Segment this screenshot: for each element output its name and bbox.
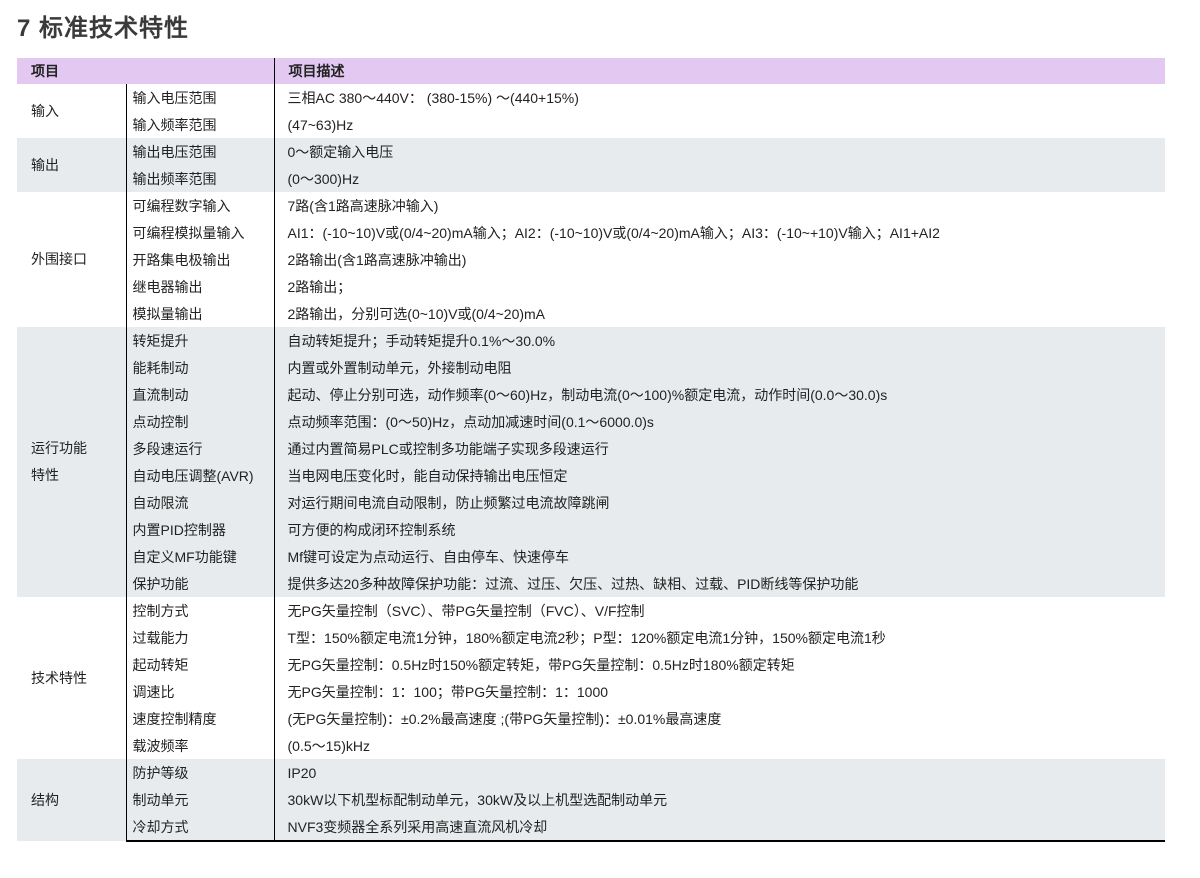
description-cell: 三相AC 380～440V： (380-15%) ～(440+15%) [273,84,1165,111]
table-row: 技术特性 控制方式 无PG矢量控制（SVC）、带PG矢量控制（FVC）、V/F控制 [17,597,1165,686]
category-label-line: 特性 [31,467,59,483]
item-cell: 能耗制动 [125,354,274,381]
description-cell: 2路输出(含1路高速脉冲输出) [273,246,1165,273]
category-cell: 输入 [31,102,59,119]
description-cell: IP20 [273,759,1165,786]
table-row: 速度控制精度 (无PG矢量控制)：±0.2%最高速度 ;(带PG矢量控制)：±0.… [17,705,1165,732]
item-cell: 冷却方式 [125,813,274,842]
category-cell: 输出 [17,138,126,192]
description-cell: (0～300)Hz [273,165,1165,192]
table-header-row: 项目 项目描述 [17,58,1165,84]
table-row: 调速比 无PG矢量控制：1：100；带PG矢量控制：1：1000 [17,678,1165,705]
item-cell: 开路集电极输出 [125,246,274,273]
table-row: 输出频率范围 (0～300)Hz [17,165,1165,192]
table-row: 输入频率范围 (47~63)Hz [17,111,1165,138]
category-cell: 技术特性 [31,669,87,686]
table-row: 开路集电极输出 2路输出(含1路高速脉冲输出) [17,246,1165,273]
description-cell: 0～额定输入电压 [273,138,1165,165]
item-cell: 自定义MF功能键 [125,543,274,570]
item-cell: 多段速运行 [125,435,274,462]
description-cell: 提供多达20多种故障保护功能：过流、过压、欠压、过热、缺相、过载、PID断线等保… [273,570,1165,597]
table-row: 多段速运行 通过内置简易PLC或控制多功能端子实现多段速运行 [17,435,1165,462]
description-cell: 起动、停止分别可选，动作频率(0～60)Hz，制动电流(0～100)%额定电流，… [273,381,1165,408]
table-row: 自定义MF功能键 Mf键可设定为点动运行、自由停车、快速停车 [17,543,1165,570]
table-row: 继电器输出 2路输出； [17,273,1165,300]
item-cell: 调速比 [125,678,274,705]
table-row: 载波频率 (0.5～15)kHz [17,732,1165,759]
item-cell: 直流制动 [125,381,274,408]
table-row: 内置PID控制器 可方便的构成闭环控制系统 [17,516,1165,543]
description-cell: (0.5～15)kHz [273,732,1165,759]
description-cell: 对运行期间电流自动限制，防止频繁过电流故障跳闸 [273,489,1165,516]
description-cell: 无PG矢量控制（SVC）、带PG矢量控制（FVC）、V/F控制 [273,597,1165,624]
item-cell: 模拟量输出 [125,300,274,327]
item-cell: 制动单元 [125,786,274,813]
description-cell: T型：150%额定电流1分钟，180%额定电流2秒；P型：120%额定电流1分钟… [273,624,1165,651]
description-cell: 2路输出； [273,273,1165,300]
description-cell: Mf键可设定为点动运行、自由停车、快速停车 [273,543,1165,570]
item-cell: 内置PID控制器 [125,516,274,543]
item-cell: 过载能力 [125,624,274,651]
item-cell: 控制方式 [125,597,274,624]
description-cell: 当电网电压变化时，能自动保持输出电压恒定 [273,462,1165,489]
item-cell: 防护等级 [125,759,274,786]
item-cell: 转矩提升 [125,327,274,354]
item-cell: 自动电压调整(AVR) [125,462,274,489]
description-cell: 点动频率范围：(0～50)Hz，点动加减速时间(0.1～6000.0)s [273,408,1165,435]
description-cell: 内置或外置制动单元，外接制动电阻 [273,354,1165,381]
item-cell: 输入频率范围 [125,111,274,138]
table-row: 冷却方式 NVF3变频器全系列采用高速直流风机冷却 [17,813,1165,842]
description-cell: 2路输出，分别可选(0~10)V或(0/4~20)mA [273,300,1165,327]
item-cell: 载波频率 [125,732,274,759]
item-cell: 自动限流 [125,489,274,516]
item-cell: 可编程数字输入 [125,192,274,219]
item-cell: 速度控制精度 [125,705,274,732]
category-label-line: 运行功能 [31,440,87,456]
table-row: 能耗制动 内置或外置制动单元，外接制动电阻 [17,354,1165,381]
description-cell: 7路(含1路高速脉冲输入) [273,192,1165,219]
description-cell: 无PG矢量控制：0.5Hz时150%额定转矩，带PG矢量控制：0.5Hz时180… [273,651,1165,678]
page-title: 7 标准技术特性 [17,15,190,42]
item-cell: 输出频率范围 [125,165,274,192]
description-cell: AI1：(-10~10)V或(0/4~20)mA输入；AI2：(-10~10)V… [273,219,1165,246]
item-cell: 输出电压范围 [125,138,274,165]
table-row: 输出 输出电压范围 0～额定输入电压 [17,138,1165,192]
header-description: 项目描述 [273,58,1165,84]
table-row: 自动限流 对运行期间电流自动限制，防止频繁过电流故障跳闸 [17,489,1165,516]
table-row: 保护功能 提供多达20多种故障保护功能：过流、过压、欠压、过热、缺相、过载、PID… [17,570,1165,597]
spec-table: 项目 项目描述 输入 输入电压范围 三相AC 380～440V： (380-15%)… [17,58,1165,842]
category-cell: 运行功能 特性 [17,327,126,597]
table-row: 起动转矩 无PG矢量控制：0.5Hz时150%额定转矩，带PG矢量控制：0.5Hz… [17,651,1165,678]
table-row: 外围接口 可编程数字输入 7路(含1路高速脉冲输入) [17,192,1165,267]
table-row: 结构 防护等级 IP20 [17,759,1165,841]
description-cell: 30kW以下机型标配制动单元，30kW及以上机型选配制动单元 [273,786,1165,813]
description-cell: (无PG矢量控制)：±0.2%最高速度 ;(带PG矢量控制)：±0.01%最高速… [273,705,1165,732]
item-cell: 点动控制 [125,408,274,435]
header-item: 项目 [17,58,274,84]
description-cell: 通过内置简易PLC或控制多功能端子实现多段速运行 [273,435,1165,462]
table-row: 运行功能 特性 转矩提升 自动转矩提升；手动转矩提升0.1%～30.0% [17,327,1165,597]
item-cell: 可编程模拟量输入 [125,219,274,246]
table-row: 制动单元 30kW以下机型标配制动单元，30kW及以上机型选配制动单元 [17,786,1165,813]
item-cell: 起动转矩 [125,651,274,678]
item-cell: 继电器输出 [125,273,274,300]
description-cell: 自动转矩提升；手动转矩提升0.1%～30.0% [273,327,1165,354]
item-cell: 输入电压范围 [125,84,274,111]
category-cell: 结构 [17,759,126,841]
description-cell: (47~63)Hz [273,111,1165,138]
table-row: 输入 输入电压范围 三相AC 380～440V： (380-15%) ～(440+1… [17,84,1165,119]
item-cell: 保护功能 [125,570,274,597]
table-row: 可编程模拟量输入 AI1：(-10~10)V或(0/4~20)mA输入；AI2：(… [17,219,1165,246]
table-row: 自动电压调整(AVR) 当电网电压变化时，能自动保持输出电压恒定 [17,462,1165,489]
description-cell: NVF3变频器全系列采用高速直流风机冷却 [273,813,1165,842]
table-row: 点动控制 点动频率范围：(0～50)Hz，点动加减速时间(0.1～6000.0)s [17,408,1165,435]
table-row: 模拟量输出 2路输出，分别可选(0~10)V或(0/4~20)mA [17,300,1165,327]
category-cell: 外围接口 [31,251,87,267]
description-cell: 无PG矢量控制：1：100；带PG矢量控制：1：1000 [273,678,1165,705]
table-row: 直流制动 起动、停止分别可选，动作频率(0～60)Hz，制动电流(0～100)%额… [17,381,1165,408]
table-row: 过载能力 T型：150%额定电流1分钟，180%额定电流2秒；P型：120%额定电… [17,624,1165,651]
description-cell: 可方便的构成闭环控制系统 [273,516,1165,543]
